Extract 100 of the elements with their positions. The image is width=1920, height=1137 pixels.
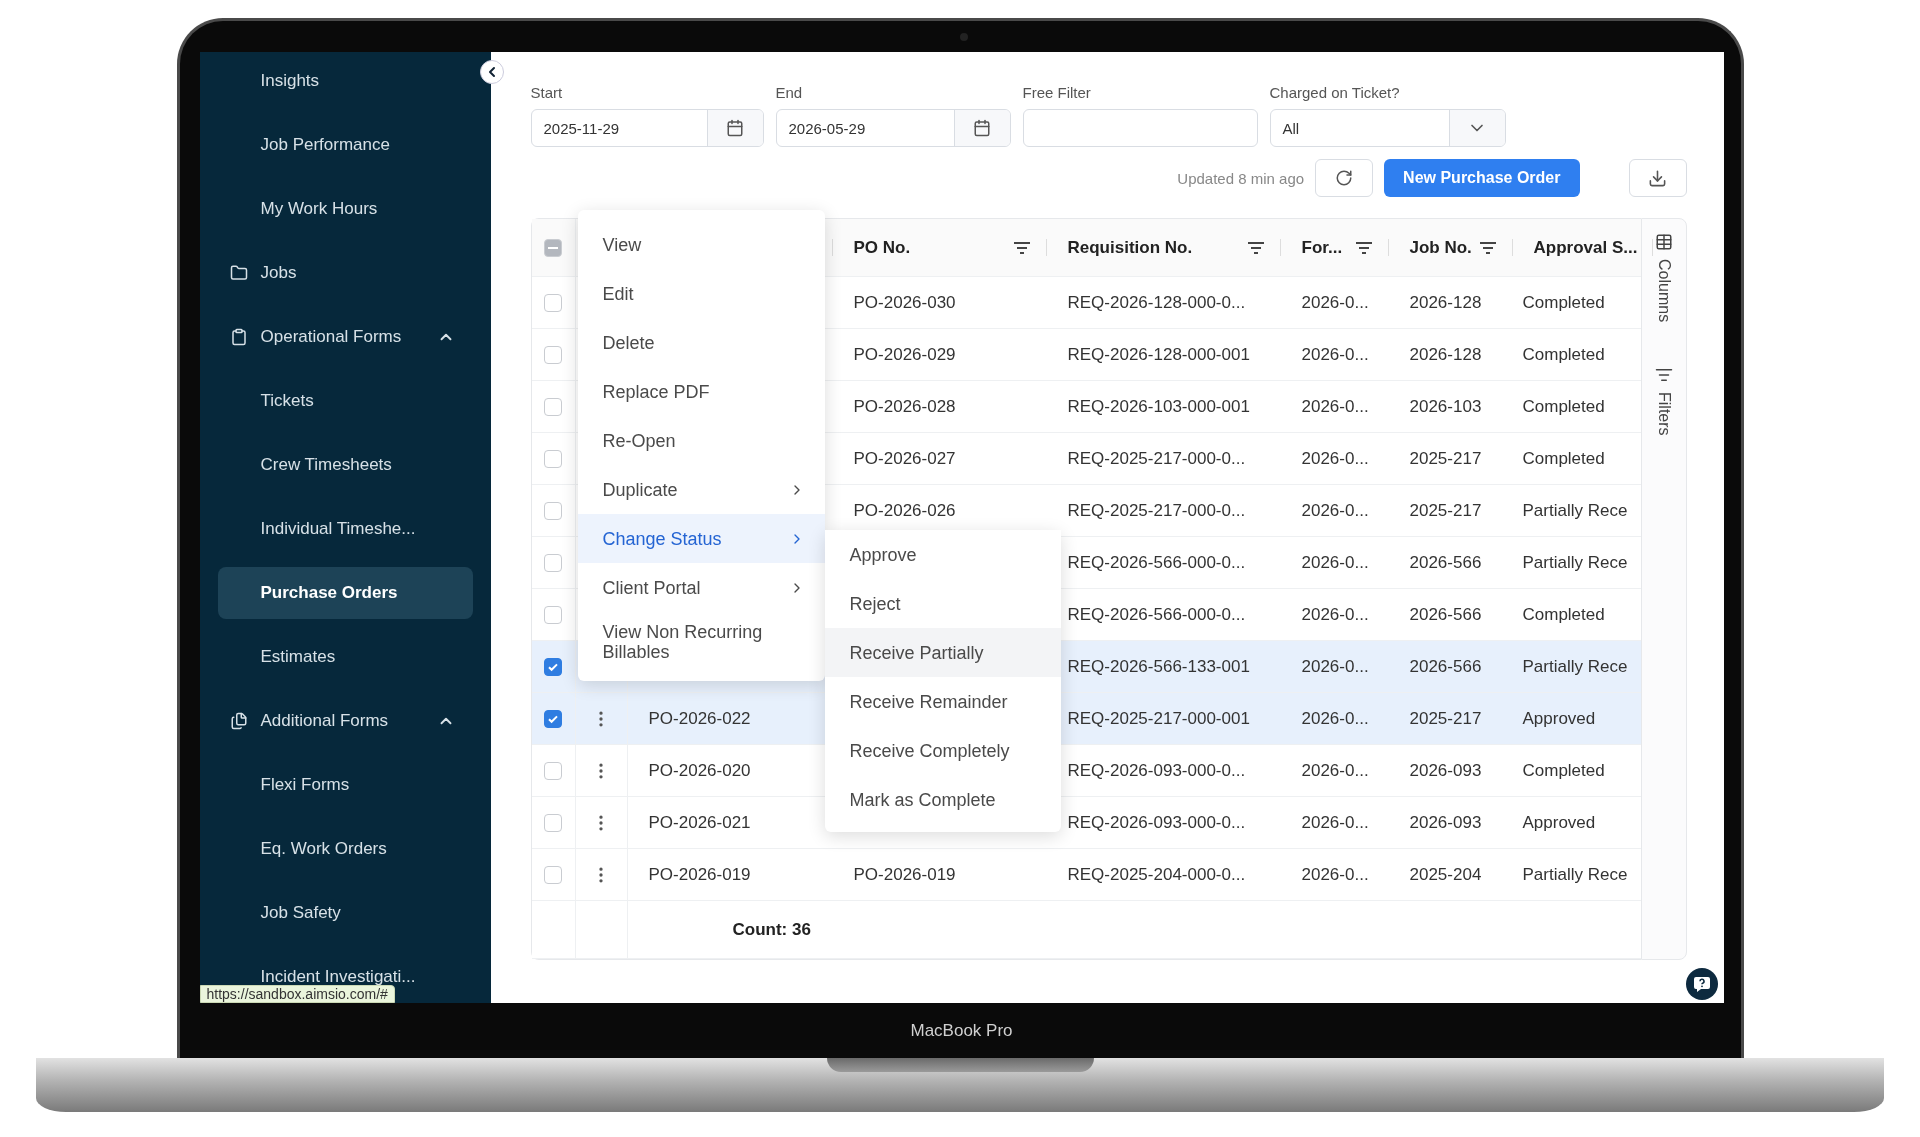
sidebar-item[interactable]: Eq. Work Orders: [217, 823, 473, 875]
table-cell-text: 2026-0...: [1300, 343, 1370, 366]
sidebar-item[interactable]: Individual Timeshe...: [217, 503, 473, 555]
table-cell-text: Completed: [1521, 759, 1606, 782]
column-header[interactable]: For...: [1280, 219, 1389, 276]
sidebar-item[interactable]: Flexi Forms: [217, 759, 473, 811]
help-button[interactable]: [1685, 968, 1718, 1000]
dash-icon: [548, 246, 558, 249]
row-checkbox[interactable]: [544, 761, 562, 780]
menu-item[interactable]: Client Portal: [577, 563, 825, 612]
charged-select[interactable]: All: [1269, 109, 1506, 147]
menu-item[interactable]: Replace PDF: [577, 367, 825, 416]
sidebar-item[interactable]: My Work Hours: [217, 183, 473, 235]
sidebar-item[interactable]: Job Safety: [217, 887, 473, 939]
sidebar-item[interactable]: Tickets: [217, 375, 473, 427]
column-header[interactable]: Job No.: [1388, 219, 1513, 276]
sidebar-item[interactable]: Insights: [217, 55, 473, 107]
table-cell-text: 2026-0...: [1300, 551, 1370, 574]
table-cell-text: PO-2026-019: [647, 863, 752, 886]
table-cell-text: Partially Rece: [1521, 551, 1629, 574]
table-cell-text: Completed: [1521, 291, 1606, 314]
table-cell-text: Partially Rece: [1521, 863, 1629, 886]
sidebar-item[interactable]: Additional Forms: [217, 695, 473, 747]
table-cell-text: Completed: [1521, 447, 1606, 470]
filter-icon[interactable]: [1012, 240, 1031, 255]
filter-icon[interactable]: [1478, 240, 1497, 255]
row-checkbox[interactable]: [544, 501, 562, 520]
row-checkbox[interactable]: [544, 345, 562, 364]
table-cell-text: Completed: [1521, 343, 1606, 366]
menu-item[interactable]: Change Status: [577, 514, 825, 563]
table-cell-text: REQ-2026-128-000-0...: [1066, 291, 1247, 314]
sidebar-item[interactable]: Purchase Orders: [217, 567, 473, 619]
menu-item[interactable]: View Non Recurring Billables: [577, 612, 825, 672]
calendar-icon[interactable]: [726, 119, 744, 137]
table-cell-text: 2025-217: [1408, 499, 1483, 522]
row-checkbox[interactable]: [544, 449, 562, 468]
sidebar-item[interactable]: Estimates: [217, 631, 473, 683]
table-cell-text: Approved: [1521, 707, 1597, 730]
table-cell-text: 2026-128: [1408, 343, 1483, 366]
table-cell-text: 2025-204: [1408, 863, 1483, 886]
sidebar-item[interactable]: Crew Timesheets: [217, 439, 473, 491]
row-checkbox[interactable]: [544, 397, 562, 416]
table-cell-text: PO-2026-020: [647, 759, 752, 782]
free-filter-field[interactable]: [1022, 109, 1258, 147]
table-cell-text: 2026-0...: [1300, 655, 1370, 678]
table-cell-text: Partially Rece: [1521, 499, 1629, 522]
filter-icon[interactable]: [1354, 240, 1373, 255]
menu-item[interactable]: Approve: [824, 530, 1061, 579]
table-row[interactable]: PO-2026-019 PO-2026-019 REQ-2025-204-000-0... 2026-0... 2025-204 Partially Rece: [531, 849, 1641, 901]
sidebar-item[interactable]: Operational Forms: [217, 311, 473, 363]
table-cell-text: Approved: [1521, 811, 1597, 834]
row-checkbox[interactable]: [544, 709, 562, 728]
new-purchase-order-button[interactable]: New Purchase Order: [1384, 159, 1580, 197]
table-cell-text: 2026-566: [1408, 655, 1483, 678]
table-cell-text: REQ-2026-093-000-0...: [1066, 759, 1247, 782]
row-checkbox[interactable]: [544, 553, 562, 572]
menu-item[interactable]: Edit: [577, 269, 825, 318]
side-panel-tab[interactable]: Filters: [1654, 366, 1673, 436]
menu-item[interactable]: Mark as Complete: [824, 775, 1061, 824]
menu-item[interactable]: Receive Remainder: [824, 677, 1061, 726]
select-all-checkbox[interactable]: [544, 238, 562, 257]
row-checkbox[interactable]: [544, 657, 562, 676]
field-label: End: [775, 84, 804, 101]
start-date-field[interactable]: 2025-11-29: [530, 109, 764, 147]
field-label: Charged on Ticket?: [1269, 84, 1401, 101]
download-button[interactable]: [1628, 159, 1687, 197]
column-header[interactable]: PO No.: [832, 219, 1047, 276]
filter-icon[interactable]: [1246, 240, 1265, 255]
table-cell-text: 2026-128: [1408, 291, 1483, 314]
column-header[interactable]: Requisition No.: [1046, 219, 1281, 276]
sidebar-item[interactable]: Job Performance: [217, 119, 473, 171]
menu-item[interactable]: Duplicate: [577, 465, 825, 514]
table-cell-text: 2025-217: [1408, 447, 1483, 470]
menu-item[interactable]: Re-Open: [577, 416, 825, 465]
row-checkbox[interactable]: [544, 605, 562, 624]
sidebar-item[interactable]: Jobs: [217, 247, 473, 299]
table-cell-text: REQ-2026-103-000-001: [1066, 395, 1251, 418]
refresh-button[interactable]: [1315, 159, 1374, 197]
menu-item[interactable]: Reject: [824, 579, 1061, 628]
column-header[interactable]: Approval S...: [1512, 219, 1654, 276]
side-panel-tab[interactable]: Columns: [1654, 233, 1673, 323]
menu-item[interactable]: Receive Completely: [824, 726, 1061, 775]
table-cell-text: PO-2026-026: [852, 499, 957, 522]
menu-item[interactable]: View: [577, 220, 825, 269]
table-cell-text: PO-2026-030: [852, 291, 957, 314]
menu-item[interactable]: Receive Partially: [824, 628, 1061, 677]
table-cell-text: 2026-0...: [1300, 811, 1370, 834]
table-cell-text: 2026-0...: [1300, 863, 1370, 886]
field-label: Free Filter: [1022, 84, 1092, 101]
table-cell-text: REQ-2026-093-000-0...: [1066, 811, 1247, 834]
row-checkbox[interactable]: [544, 813, 562, 832]
table-cell-text: PO-2026-029: [852, 343, 957, 366]
end-date-field[interactable]: 2026-05-29: [775, 109, 1011, 147]
row-checkbox[interactable]: [544, 865, 562, 884]
table-cell-text: REQ-2026-128-000-001: [1066, 343, 1251, 366]
row-checkbox[interactable]: [544, 293, 562, 312]
menu-item[interactable]: Delete: [577, 318, 825, 367]
calendar-icon[interactable]: [973, 119, 991, 137]
table-cell-text: 2026-103: [1408, 395, 1483, 418]
table-cell-text: 2026-0...: [1300, 759, 1370, 782]
